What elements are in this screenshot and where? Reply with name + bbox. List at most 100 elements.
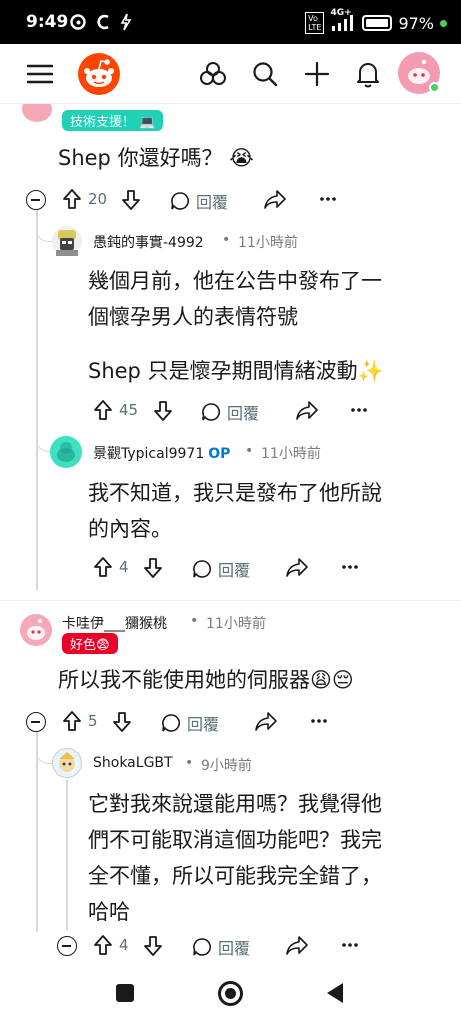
vote-count: 5 bbox=[88, 712, 98, 730]
thread-connector bbox=[36, 212, 52, 242]
comment-divider bbox=[0, 600, 461, 601]
more-icon bbox=[311, 711, 327, 731]
comment-time: 11小時前 bbox=[261, 446, 321, 462]
reply-button[interactable]: 回覆 bbox=[170, 189, 228, 213]
create-icon[interactable] bbox=[299, 56, 335, 92]
menu-icon[interactable] bbox=[22, 56, 58, 92]
downvote-button[interactable] bbox=[143, 935, 163, 957]
more-options-button[interactable] bbox=[351, 400, 367, 420]
upvote-icon bbox=[93, 399, 113, 421]
reply-label: 回覆 bbox=[227, 404, 260, 423]
share-icon bbox=[255, 711, 277, 731]
comment-line: 的內容。 bbox=[88, 517, 172, 541]
avatar[interactable] bbox=[52, 748, 82, 778]
comment-author-name: 景觀Typical9971 bbox=[93, 446, 205, 462]
reddit-logo[interactable] bbox=[78, 53, 120, 95]
share-icon bbox=[296, 400, 318, 420]
collapse-thread-button[interactable] bbox=[57, 936, 77, 956]
reply-button[interactable]: 回覆 bbox=[161, 711, 219, 735]
charging-icon bbox=[120, 13, 132, 35]
upvote-button[interactable]: 5 bbox=[62, 710, 98, 732]
vote-count: 4 bbox=[119, 558, 129, 576]
home-dot-icon bbox=[225, 988, 236, 999]
share-button[interactable] bbox=[255, 711, 277, 731]
downvote-button[interactable] bbox=[153, 400, 173, 422]
separator-dot: • bbox=[190, 613, 199, 629]
comment-body: 它對我來說還能用嗎？我覺得他 們不可能取消這個功能吧？我完 全不懂，所以可能我完… bbox=[88, 786, 382, 930]
downvote-button[interactable] bbox=[121, 189, 141, 211]
c-app-icon bbox=[96, 13, 110, 35]
comment-icon bbox=[201, 402, 221, 422]
downvote-button[interactable] bbox=[143, 557, 163, 579]
share-button[interactable] bbox=[264, 189, 286, 209]
recents-button[interactable] bbox=[116, 984, 134, 1002]
collapse-thread-button[interactable] bbox=[26, 190, 46, 210]
downvote-icon bbox=[143, 935, 163, 957]
reply-label: 回覆 bbox=[218, 561, 251, 580]
upvote-button[interactable]: 4 bbox=[93, 934, 129, 956]
comment-author[interactable]: 景觀Typical9971 OP bbox=[93, 443, 230, 463]
vote-count: 20 bbox=[88, 190, 108, 208]
thread-line bbox=[36, 210, 38, 590]
comment-icon bbox=[192, 559, 212, 579]
more-icon bbox=[351, 400, 367, 420]
search-icon[interactable] bbox=[247, 56, 283, 92]
more-icon bbox=[320, 189, 336, 209]
comment-body: Shep 你還好嗎？ 😭 bbox=[58, 146, 254, 170]
vote-count: 45 bbox=[119, 401, 139, 419]
thread-line bbox=[36, 732, 38, 932]
reply-button[interactable]: 回覆 bbox=[201, 400, 259, 424]
thread-line bbox=[66, 780, 68, 930]
reply-button[interactable]: 回覆 bbox=[192, 557, 250, 581]
share-button[interactable] bbox=[286, 935, 308, 955]
comment-line: 哈哈 bbox=[88, 900, 130, 924]
notification-icon[interactable] bbox=[350, 56, 386, 92]
share-icon bbox=[264, 189, 286, 209]
reply-button[interactable]: 回覆 bbox=[192, 935, 250, 959]
more-options-button[interactable] bbox=[320, 189, 336, 209]
privacy-dot-icon bbox=[440, 19, 447, 27]
home-button[interactable] bbox=[218, 981, 243, 1006]
more-options-button[interactable] bbox=[342, 557, 358, 577]
more-options-button[interactable] bbox=[342, 935, 358, 955]
upvote-button[interactable]: 45 bbox=[93, 399, 138, 421]
downvote-icon bbox=[153, 400, 173, 422]
comment-time: 11小時前 bbox=[238, 235, 298, 251]
downvote-icon bbox=[121, 189, 141, 211]
upvote-button[interactable]: 4 bbox=[93, 556, 129, 578]
back-button[interactable] bbox=[325, 982, 345, 1008]
reply-label: 回覆 bbox=[187, 715, 220, 734]
battery-icon bbox=[362, 15, 393, 31]
comment-author[interactable]: 愚鈍的事實-4992 bbox=[93, 232, 204, 252]
share-button[interactable] bbox=[296, 400, 318, 420]
avatar[interactable] bbox=[20, 614, 52, 646]
comment-time: 9小時前 bbox=[201, 758, 252, 774]
popular-icon[interactable] bbox=[195, 56, 231, 92]
comment-body: 所以我不能使用她的伺服器😩😔 bbox=[58, 668, 354, 692]
share-button[interactable] bbox=[286, 557, 308, 577]
status-time: 9:49 bbox=[26, 12, 69, 32]
collapse-thread-button[interactable] bbox=[26, 712, 46, 732]
reply-label: 回覆 bbox=[196, 193, 229, 212]
comment-icon bbox=[170, 191, 190, 211]
more-icon bbox=[342, 557, 358, 577]
more-icon bbox=[342, 935, 358, 955]
comment-author[interactable]: ShokaLGBT bbox=[93, 755, 173, 771]
comment-icon bbox=[161, 713, 181, 733]
avatar[interactable] bbox=[50, 436, 82, 468]
comment-body: 幾個月前，他在公告中發布了一 個懷孕男人的表情符號 Shep 只是懷孕期間情緒波… bbox=[88, 263, 384, 389]
comment-author[interactable]: 卡哇伊___獼猴桃 bbox=[62, 613, 167, 633]
volte-icon: Vo LTE bbox=[305, 12, 325, 34]
comment-body: 我不知道，我只是發布了他所說 的內容。 bbox=[88, 475, 382, 547]
downvote-button[interactable] bbox=[112, 711, 132, 733]
more-options-button[interactable] bbox=[311, 711, 327, 731]
status-bar: 9:49 Vo LTE 4G+ 97% bbox=[0, 0, 461, 44]
upvote-button[interactable]: 20 bbox=[62, 188, 107, 210]
upvote-icon bbox=[93, 934, 113, 956]
separator-dot: • bbox=[185, 755, 194, 771]
user-flair: 技術支援！ 💻 bbox=[62, 110, 164, 131]
avatar[interactable] bbox=[52, 226, 82, 256]
comment-time: 11小時前 bbox=[206, 616, 266, 632]
system-nav-bar bbox=[0, 970, 461, 1024]
